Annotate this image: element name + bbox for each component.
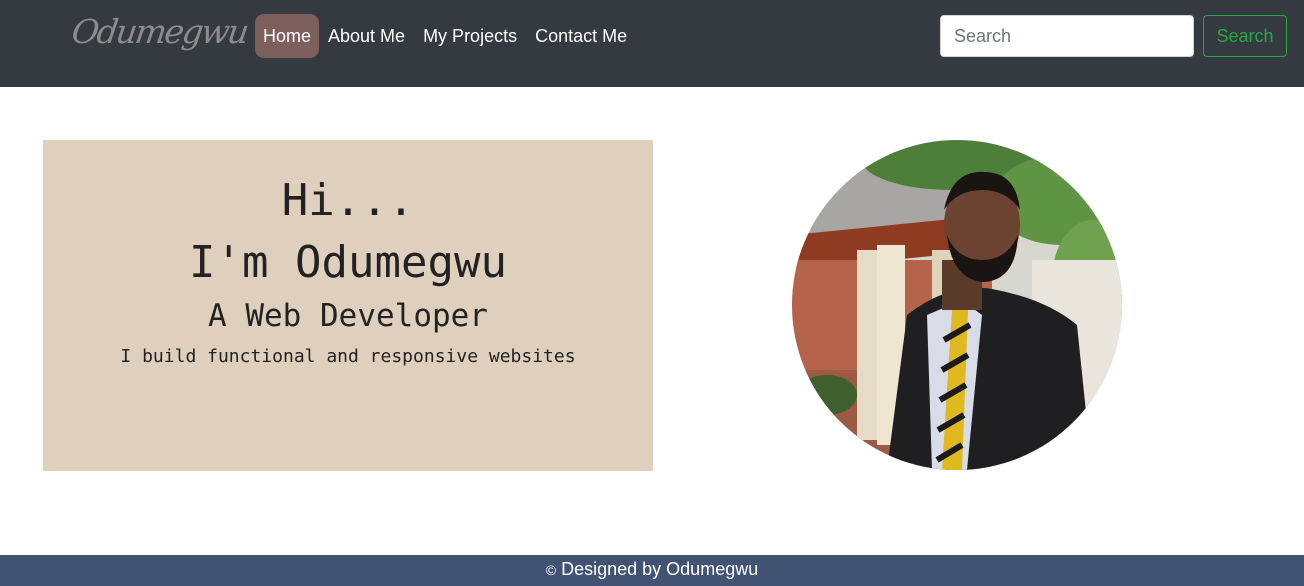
hero-tagline: I build functional and responsive websit… bbox=[120, 346, 576, 367]
nav-link-projects[interactable]: My Projects bbox=[414, 14, 526, 58]
search-input[interactable] bbox=[940, 15, 1194, 57]
copyright-symbol: © bbox=[545, 562, 557, 578]
footer-text: Designed by Odumegwu bbox=[561, 559, 759, 579]
profile-photo-illustration bbox=[792, 140, 1122, 470]
nav-link-contact[interactable]: Contact Me bbox=[526, 14, 636, 58]
profile-photo bbox=[792, 140, 1122, 470]
search-button[interactable]: Search bbox=[1203, 15, 1287, 57]
nav-link-home[interactable]: Home bbox=[255, 14, 320, 58]
hero-role: A Web Developer bbox=[208, 298, 488, 334]
hero-card: Hi... I'm Odumegwu A Web Developer I bui… bbox=[43, 140, 653, 471]
nav-links: Home About Me My Projects Contact Me bbox=[255, 14, 636, 58]
brand-logo[interactable]: Odumegwu bbox=[69, 10, 250, 54]
hero-greeting: Hi... bbox=[281, 175, 415, 226]
footer: © Designed by Odumegwu bbox=[0, 555, 1304, 586]
nav-link-about[interactable]: About Me bbox=[319, 14, 414, 58]
hero-name: I'm Odumegwu bbox=[189, 237, 507, 288]
navbar: Odumegwu Home About Me My Projects Conta… bbox=[0, 0, 1304, 87]
